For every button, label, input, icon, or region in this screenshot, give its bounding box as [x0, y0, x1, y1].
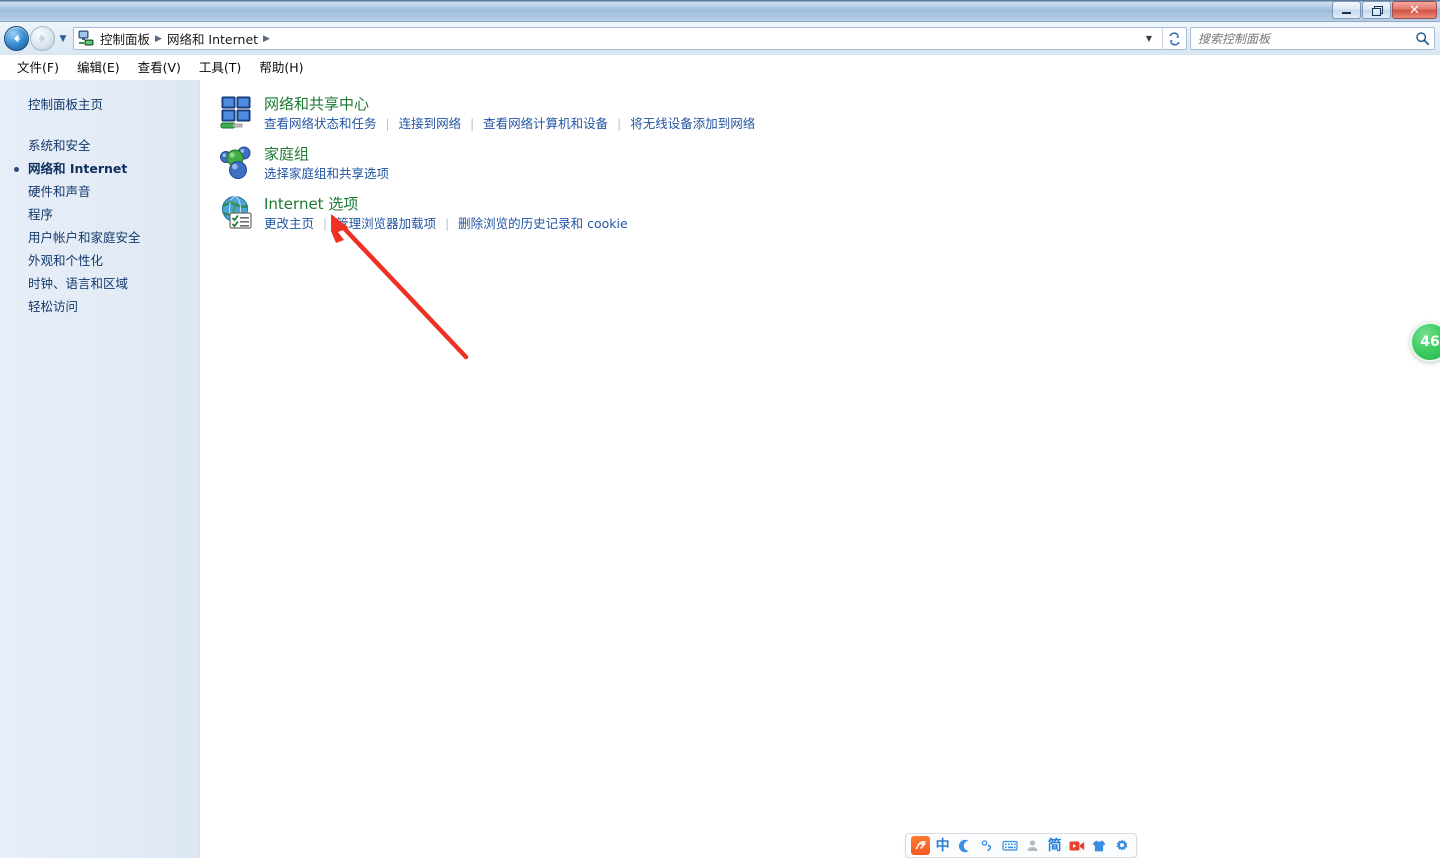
sidebar-item-clock-language[interactable]: 时钟、语言和区域 — [0, 272, 199, 295]
category-links: 查看网络状态和任务 | 连接到网络 | 查看网络计算机和设备 | 将无线设备添加… — [264, 116, 755, 132]
breadcrumb-item-control-panel[interactable]: 控制面板 — [97, 29, 153, 48]
menu-item-view[interactable]: 查看(V) — [129, 55, 190, 78]
breadcrumb-separator-end[interactable]: ▶ — [261, 34, 272, 44]
moon-halfwidth-icon[interactable] — [955, 835, 975, 856]
close-button[interactable]: ✕ — [1392, 1, 1437, 19]
category-network-sharing-center: 网络和共享中心 查看网络状态和任务 | 连接到网络 | 查看网络计算机和设备 |… — [218, 94, 1440, 132]
content-area: 控制面板主页 系统和安全 网络和 Internet 硬件和声音 程序 用户帐户和… — [0, 80, 1440, 858]
main-panel: 网络和共享中心 查看网络状态和任务 | 连接到网络 | 查看网络计算机和设备 |… — [200, 80, 1440, 858]
refresh-icon — [1169, 31, 1180, 46]
title-bar: ✕ — [0, 0, 1440, 22]
menu-bar: 文件(F) 编辑(E) 查看(V) 工具(T) 帮助(H) — [0, 55, 1440, 78]
window-control-buttons: ✕ — [1332, 1, 1437, 19]
category-body: 网络和共享中心 查看网络状态和任务 | 连接到网络 | 查看网络计算机和设备 |… — [264, 94, 755, 132]
search-box[interactable] — [1190, 27, 1435, 50]
menu-item-help[interactable]: 帮助(H) — [250, 55, 312, 78]
link-add-wireless-device[interactable]: 将无线设备添加到网络 — [630, 116, 755, 132]
breadcrumb-separator[interactable]: ▶ — [153, 34, 164, 44]
category-links: 更改主页 | 管理浏览器加载项 | 删除浏览的历史记录和 cookie — [264, 216, 628, 232]
user-account-icon[interactable] — [1022, 835, 1042, 856]
sidebar-item-programs[interactable]: 程序 — [0, 203, 199, 226]
sidebar-item-control-panel-home[interactable]: 控制面板主页 — [0, 93, 199, 116]
internet-options-icon — [218, 194, 256, 232]
breadcrumb-item-network-internet[interactable]: 网络和 Internet — [164, 29, 261, 48]
category-title-internet-options[interactable]: Internet 选项 — [264, 194, 358, 214]
side-badge-count: 46 — [1420, 334, 1440, 350]
search-input[interactable] — [1191, 31, 1410, 46]
minimize-button[interactable] — [1332, 1, 1361, 19]
menu-item-tools[interactable]: 工具(T) — [190, 55, 250, 78]
navigation-buttons: ▼ — [0, 26, 70, 51]
simplified-mode-icon[interactable]: 简 — [1044, 835, 1064, 856]
chevron-down-icon[interactable]: ▼ — [1142, 34, 1162, 43]
sogou-logo-icon[interactable] — [910, 835, 930, 856]
sidebar-item-hardware-sound[interactable]: 硬件和声音 — [0, 180, 199, 203]
address-bar-row: ▼ 控制面板 ▶ 网络和 Internet ▶ ▼ — [0, 22, 1440, 55]
sidebar-item-user-accounts[interactable]: 用户帐户和家庭安全 — [0, 226, 199, 249]
category-homegroup: 家庭组 选择家庭组和共享选项 — [218, 144, 1440, 182]
link-view-network-computers[interactable]: 查看网络计算机和设备 — [483, 116, 608, 132]
network-sharing-center-icon — [218, 94, 256, 132]
screen-recorder-icon[interactable] — [1067, 835, 1087, 856]
settings-gear-icon[interactable] — [1112, 835, 1132, 856]
refresh-button[interactable] — [1162, 27, 1186, 50]
network-internet-icon — [77, 30, 95, 47]
menu-item-file[interactable]: 文件(F) — [8, 55, 68, 78]
back-button[interactable] — [4, 26, 29, 51]
forward-arrow-icon — [39, 34, 45, 43]
category-title-homegroup[interactable]: 家庭组 — [264, 144, 309, 164]
category-body: 家庭组 选择家庭组和共享选项 — [264, 144, 389, 182]
search-icon[interactable] — [1410, 31, 1434, 46]
sidebar-item-system-security[interactable]: 系统和安全 — [0, 134, 199, 157]
category-body: Internet 选项 更改主页 | 管理浏览器加载项 | 删除浏览的历史记录和… — [264, 194, 628, 232]
link-view-network-status[interactable]: 查看网络状态和任务 — [264, 116, 377, 132]
maximize-icon — [1372, 6, 1383, 16]
sidebar-item-network-internet[interactable]: 网络和 Internet — [0, 157, 199, 180]
sidebar-item-ease-of-access[interactable]: 轻松访问 — [0, 295, 199, 318]
sogou-ime-toolbar: 中 简 — [905, 833, 1137, 858]
sidebar-item-appearance[interactable]: 外观和个性化 — [0, 249, 199, 272]
forward-button[interactable] — [30, 26, 55, 51]
maximize-button[interactable] — [1362, 1, 1391, 19]
link-separator: | — [385, 117, 390, 131]
link-change-homepage[interactable]: 更改主页 — [264, 216, 314, 232]
link-choose-homegroup-sharing[interactable]: 选择家庭组和共享选项 — [264, 166, 389, 182]
close-icon: ✕ — [1409, 2, 1420, 18]
menu-item-edit[interactable]: 编辑(E) — [68, 55, 129, 78]
sidebar-navigation: 控制面板主页 系统和安全 网络和 Internet 硬件和声音 程序 用户帐户和… — [0, 80, 200, 858]
link-separator: | — [470, 117, 475, 131]
recent-pages-dropdown[interactable]: ▼ — [56, 34, 70, 44]
link-connect-to-network[interactable]: 连接到网络 — [399, 116, 462, 132]
link-manage-browser-addons[interactable]: 管理浏览器加载项 — [336, 216, 436, 232]
soft-keyboard-icon[interactable] — [1000, 835, 1020, 856]
control-panel-window: ✕ ▼ 控制面板 ▶ 网络和 Internet ▶ ▼ 搜索控制面板 文件(F)… — [0, 0, 1440, 858]
link-separator: | — [617, 117, 622, 131]
category-internet-options: Internet 选项 更改主页 | 管理浏览器加载项 | 删除浏览的历史记录和… — [218, 194, 1440, 232]
chinese-mode-icon[interactable]: 中 — [932, 835, 952, 856]
link-delete-browsing-history[interactable]: 删除浏览的历史记录和 cookie — [458, 216, 628, 232]
minimize-icon — [1342, 11, 1351, 14]
link-separator: | — [323, 217, 328, 231]
skin-icon[interactable] — [1089, 835, 1109, 856]
back-arrow-icon — [14, 34, 20, 43]
category-links: 选择家庭组和共享选项 — [264, 166, 389, 182]
punctuation-icon[interactable] — [977, 835, 997, 856]
breadcrumb-address-bar[interactable]: 控制面板 ▶ 网络和 Internet ▶ ▼ — [73, 27, 1187, 50]
link-separator: | — [445, 217, 450, 231]
category-title-network-sharing-center[interactable]: 网络和共享中心 — [264, 94, 369, 114]
homegroup-icon — [218, 144, 256, 182]
